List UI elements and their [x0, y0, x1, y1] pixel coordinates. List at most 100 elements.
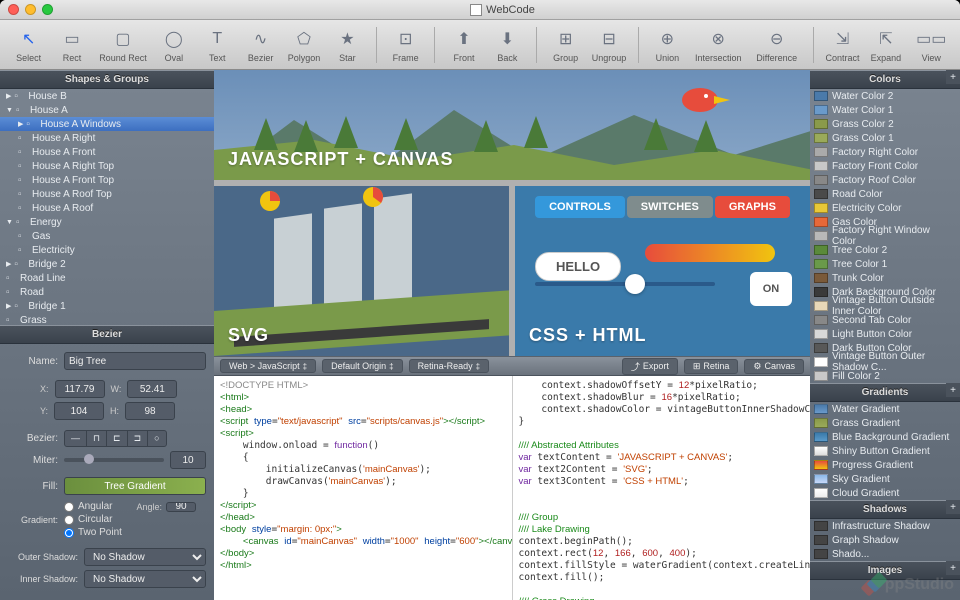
gradient-row[interactable]: Sky Gradient: [810, 472, 960, 486]
code-right[interactable]: context.shadowOffsetY = 12*pixelRatio; c…: [512, 376, 811, 600]
oval-tool[interactable]: ◯Oval: [153, 27, 194, 63]
tree-item[interactable]: ▫Gas: [0, 229, 214, 243]
grad-angular[interactable]: [64, 502, 74, 512]
intersection-tool[interactable]: ⊗Intersection: [690, 27, 746, 63]
tab-graphs[interactable]: GRAPHS: [715, 196, 790, 218]
tree-item[interactable]: ▫House A Roof: [0, 201, 214, 215]
ungroup-tool[interactable]: ⊟Ungroup: [588, 27, 629, 63]
color-row[interactable]: Factory Front Color: [810, 159, 960, 173]
retina-button[interactable]: ⊞ Retina: [684, 359, 739, 374]
x-input[interactable]: [55, 380, 105, 398]
close-button[interactable]: [8, 4, 19, 15]
gradient-row[interactable]: Blue Background Gradient: [810, 430, 960, 444]
y-input[interactable]: [54, 402, 104, 420]
shadow-row[interactable]: Shado...: [810, 547, 960, 561]
shadow-row[interactable]: Infrastructure Shadow: [810, 519, 960, 533]
tree-item[interactable]: ▫House A Windows: [0, 117, 214, 131]
color-row[interactable]: Factory Right Window Color: [810, 229, 960, 243]
minimize-button[interactable]: [25, 4, 36, 15]
frame-tool[interactable]: ⊡Frame: [385, 27, 426, 63]
tree-item[interactable]: ▫Bridge 2: [0, 257, 214, 271]
tree-item[interactable]: ▫Grass: [0, 313, 214, 325]
view-tool[interactable]: ▭▭View: [911, 27, 952, 63]
tree-item[interactable]: ▫House B: [0, 89, 214, 103]
gradient-row[interactable]: Progress Gradient: [810, 458, 960, 472]
inner-shadow-select[interactable]: No Shadow: [84, 570, 206, 588]
tab-switches[interactable]: SWITCHES: [627, 196, 713, 218]
tab-controls[interactable]: CONTROLS: [535, 196, 625, 218]
color-row[interactable]: Vintage Button Outer Shadow C...: [810, 355, 960, 369]
target-dropdown[interactable]: Web > JavaScript: [220, 359, 316, 373]
rect-tool[interactable]: ▭Rect: [51, 27, 92, 63]
export-button[interactable]: ⤴ Export: [622, 358, 678, 375]
add-gradient-button[interactable]: +: [946, 383, 960, 397]
gradient-row[interactable]: Shiny Button Gradient: [810, 444, 960, 458]
gradient-row[interactable]: Grass Gradient: [810, 416, 960, 430]
text-tool[interactable]: TText: [197, 27, 238, 63]
tree-item[interactable]: ▫House A Front: [0, 145, 214, 159]
expand-tool[interactable]: ⇱Expand: [865, 27, 906, 63]
tree-item[interactable]: ▫Bridge 1: [0, 299, 214, 313]
on-switch[interactable]: ON: [750, 272, 792, 306]
color-row[interactable]: Vintage Button Outside Inner Color: [810, 299, 960, 313]
color-row[interactable]: Factory Roof Color: [810, 173, 960, 187]
fill-picker[interactable]: Tree Gradient: [64, 477, 206, 495]
color-row[interactable]: Trunk Color: [810, 271, 960, 285]
hello-button[interactable]: HELLO: [535, 252, 621, 281]
select-tool[interactable]: ↖Select: [8, 27, 49, 63]
tree-item[interactable]: ▫House A Roof Top: [0, 187, 214, 201]
shadow-row[interactable]: Graph Shadow: [810, 533, 960, 547]
miter-input[interactable]: [170, 451, 206, 469]
color-row[interactable]: Grass Color 1: [810, 131, 960, 145]
grad-twopoint[interactable]: [64, 528, 74, 538]
front-tool[interactable]: ⬆Front: [443, 27, 484, 63]
star-tool[interactable]: ★Star: [327, 27, 368, 63]
progress-bar[interactable]: [645, 244, 775, 262]
w-input[interactable]: [127, 380, 177, 398]
name-input[interactable]: [64, 352, 206, 370]
miter-slider[interactable]: [64, 458, 164, 462]
shapes-tree[interactable]: ▫House B▫House A▫House A Windows▫House A…: [0, 89, 214, 325]
angle-input[interactable]: [166, 502, 196, 512]
tree-item[interactable]: ▫Road: [0, 285, 214, 299]
tree-item[interactable]: ▫Road Line: [0, 271, 214, 285]
tree-item[interactable]: ▫Energy: [0, 215, 214, 229]
retina-dropdown[interactable]: Retina-Ready: [409, 359, 489, 373]
gradient-row[interactable]: Cloud Gradient: [810, 486, 960, 500]
polygon-tool[interactable]: ⬠Polygon: [283, 27, 324, 63]
color-row[interactable]: Road Color: [810, 187, 960, 201]
tree-item[interactable]: ▫House A Right: [0, 131, 214, 145]
difference-tool[interactable]: ⊖Difference: [748, 27, 804, 63]
slider-thumb[interactable]: [625, 274, 645, 294]
group-tool[interactable]: ⊞Group: [545, 27, 586, 63]
gradient-row[interactable]: Water Gradient: [810, 402, 960, 416]
grad-circular[interactable]: [64, 515, 74, 525]
preview[interactable]: JAVASCRIPT + CANVAS SVG: [214, 70, 810, 356]
roundrect-tool[interactable]: ▢Round Rect: [95, 27, 151, 63]
tree-item[interactable]: ▫House A: [0, 103, 214, 117]
add-color-button[interactable]: +: [946, 70, 960, 84]
colors-list[interactable]: Water Color 2Water Color 1Grass Color 2G…: [810, 89, 960, 383]
bezier-segments[interactable]: —⊓⊏⊐○: [64, 430, 167, 447]
color-row[interactable]: Light Button Color: [810, 327, 960, 341]
color-row[interactable]: Water Color 2: [810, 89, 960, 103]
add-shadow-button[interactable]: +: [946, 500, 960, 514]
code-left[interactable]: <!DOCTYPE HTML> <html> <head> <script ty…: [214, 376, 512, 600]
contract-tool[interactable]: ⇲Contract: [822, 27, 863, 63]
color-row[interactable]: Grass Color 2: [810, 117, 960, 131]
tree-item[interactable]: ▫House A Right Top: [0, 159, 214, 173]
color-row[interactable]: Tree Color 1: [810, 257, 960, 271]
origin-dropdown[interactable]: Default Origin: [322, 359, 402, 373]
back-tool[interactable]: ⬇Back: [487, 27, 528, 63]
shadows-list[interactable]: Infrastructure ShadowGraph ShadowShado..…: [810, 519, 960, 561]
zoom-button[interactable]: [42, 4, 53, 15]
tree-item[interactable]: ▫Electricity: [0, 243, 214, 257]
color-row[interactable]: Factory Right Color: [810, 145, 960, 159]
union-tool[interactable]: ⊕Union: [647, 27, 688, 63]
add-image-button[interactable]: +: [946, 561, 960, 575]
h-input[interactable]: [125, 402, 175, 420]
gradients-list[interactable]: Water GradientGrass GradientBlue Backgro…: [810, 402, 960, 500]
outer-shadow-select[interactable]: No Shadow: [84, 548, 206, 566]
tree-item[interactable]: ▫House A Front Top: [0, 173, 214, 187]
bezier-tool[interactable]: ∿Bezier: [240, 27, 281, 63]
